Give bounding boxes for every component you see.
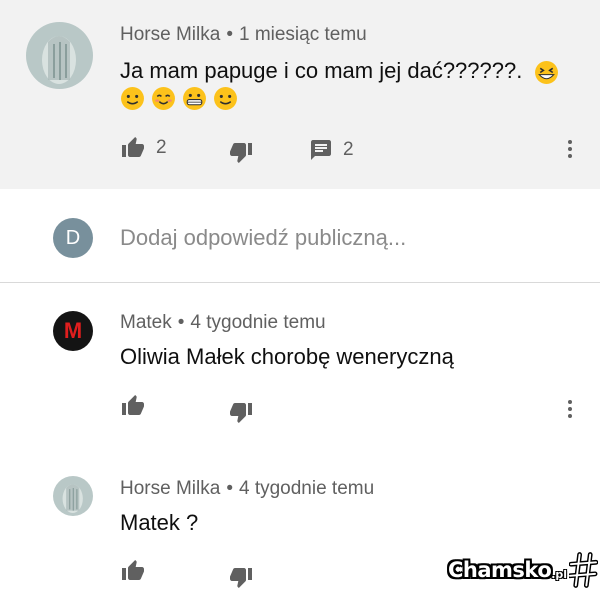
meta-separator: •	[177, 312, 185, 333]
comment-time[interactable]: 4 tygodnie temu	[190, 312, 325, 333]
comment-meta: Matek • 4 tygodnie temu	[120, 312, 326, 334]
more-options-button[interactable]	[558, 396, 582, 422]
avatar[interactable]	[53, 476, 93, 516]
avatar[interactable]	[26, 22, 93, 89]
dislike-button[interactable]	[228, 565, 254, 589]
slightly-smiling-icon	[121, 86, 144, 110]
comment-icon	[311, 140, 331, 160]
grimacing-icon	[183, 86, 207, 110]
like-button[interactable]	[120, 394, 146, 418]
reply-button[interactable]: 2	[309, 138, 354, 162]
meta-separator: •	[226, 24, 233, 45]
slightly-smiling-icon	[214, 86, 238, 110]
comment-highlighted: Horse Milka • 1 miesiąc temu Ja mam papuge…	[0, 0, 600, 189]
comment-time[interactable]: 4 tygodnie temu	[239, 478, 374, 499]
thumbs-up-icon	[122, 395, 144, 415]
comment-time[interactable]: 1 miesiąc temu	[239, 24, 367, 45]
smiling-eyes-icon	[152, 86, 176, 110]
grinning-squint-icon	[535, 60, 559, 84]
reply-input[interactable]: Dodaj odpowiedź publiczną...	[120, 225, 406, 251]
more-options-button[interactable]	[558, 136, 582, 162]
comment-text: Ja mam papuge i co mam jej dać??????.	[120, 58, 559, 85]
comment: M Matek • 4 tygodnie temu Oliwia Małek cho…	[0, 284, 600, 444]
comment-text: Matek ?	[120, 510, 199, 535]
like-count: 2	[156, 137, 167, 158]
thumbs-up-icon	[122, 560, 144, 580]
hash-logo-icon	[569, 552, 598, 588]
thumbs-up-icon	[122, 137, 144, 157]
like-button[interactable]: 2	[120, 136, 167, 160]
comment-meta: Horse Milka • 4 tygodnie temu	[120, 478, 374, 500]
avatar: D	[53, 218, 93, 258]
emoji-row	[120, 84, 238, 111]
avatar[interactable]: M	[53, 311, 93, 351]
comment-meta: Horse Milka • 1 miesiąc temu	[120, 24, 367, 46]
like-button[interactable]	[120, 559, 146, 583]
reply-input-row: D Dodaj odpowiedź publiczną...	[0, 189, 600, 283]
meta-separator: •	[226, 478, 233, 499]
comment-text: Oliwia Małek chorobę weneryczną	[120, 344, 454, 369]
dislike-button[interactable]	[228, 400, 254, 424]
watermark-text: Chamsko	[448, 558, 552, 582]
watermark-logo: Chamsko .pl	[448, 548, 598, 592]
watermark-tld: .pl	[551, 567, 568, 581]
thumbs-down-icon	[230, 403, 252, 423]
dislike-button[interactable]	[228, 140, 254, 164]
author-name[interactable]: Matek	[120, 312, 172, 333]
author-name[interactable]: Horse Milka	[120, 478, 220, 499]
reply-count: 2	[343, 139, 354, 160]
kebab-menu-icon	[568, 140, 572, 158]
thumbs-down-icon	[230, 568, 252, 588]
thumbs-down-icon	[230, 143, 252, 163]
kebab-menu-icon	[568, 400, 572, 418]
author-name[interactable]: Horse Milka	[120, 24, 220, 45]
